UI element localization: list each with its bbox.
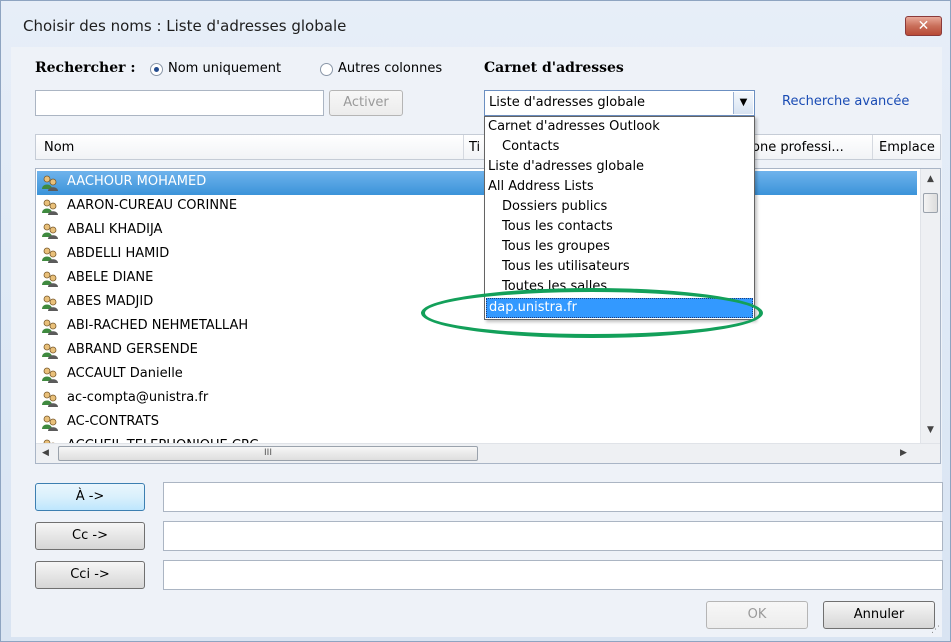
vertical-scrollbar[interactable]: ▲ ▼ bbox=[920, 169, 940, 443]
row-name: ABELE DIANE bbox=[67, 270, 154, 285]
person-contact-icon bbox=[42, 415, 58, 431]
column-phone[interactable]: one professi... bbox=[752, 140, 844, 155]
dropdown-item-highlighted[interactable]: dap.unistra.fr bbox=[486, 298, 753, 318]
person-contact-icon bbox=[42, 391, 58, 407]
address-book-selected: Liste d'adresses globale bbox=[489, 95, 646, 110]
table-row[interactable]: ABRAND GERSENDE bbox=[37, 339, 917, 363]
table-row[interactable]: ABALI KHADIJA bbox=[37, 219, 917, 243]
table-row[interactable]: ABES MADJID bbox=[37, 291, 917, 315]
search-label: Rechercher : bbox=[35, 60, 136, 76]
person-contact-icon bbox=[42, 247, 58, 263]
resize-grip-icon[interactable]: ⋰ bbox=[931, 625, 940, 635]
scroll-left-icon[interactable]: ◀ bbox=[42, 448, 49, 458]
person-contact-icon bbox=[42, 319, 58, 335]
person-contact-icon bbox=[42, 271, 58, 287]
person-contact-icon bbox=[42, 367, 58, 383]
scroll-up-icon[interactable]: ▲ bbox=[927, 174, 934, 184]
dropdown-item[interactable]: Toutes les salles bbox=[486, 278, 753, 298]
row-name: ac-compta@unistra.fr bbox=[67, 390, 209, 405]
row-name: AARON-CUREAU CORINNE bbox=[67, 198, 238, 213]
advanced-search-link[interactable]: Recherche avancée bbox=[782, 94, 909, 109]
row-name: ABI-RACHED NEHMETALLAH bbox=[67, 318, 249, 333]
row-name: AC-CONTRATS bbox=[67, 414, 159, 429]
table-row[interactable]: ABELE DIANE bbox=[37, 267, 917, 291]
person-contact-icon bbox=[42, 175, 58, 191]
column-location[interactable]: Emplace bbox=[879, 140, 935, 155]
search-input[interactable] bbox=[35, 90, 324, 116]
table-row[interactable]: ac-compta@unistra.fr bbox=[37, 387, 917, 411]
bcc-button[interactable]: Cci -> bbox=[35, 561, 145, 589]
address-book-label: Carnet d'adresses bbox=[484, 60, 624, 76]
dropdown-item[interactable]: Liste d'adresses globale bbox=[486, 158, 753, 178]
dropdown-item[interactable]: All Address Lists bbox=[486, 178, 753, 198]
close-button[interactable]: ✕ bbox=[905, 16, 942, 36]
table-row[interactable]: AC-CONTRATS bbox=[37, 411, 917, 435]
horizontal-scrollbar[interactable]: ◀ III ▶ bbox=[36, 443, 940, 463]
scroll-right-icon[interactable]: ▶ bbox=[900, 448, 907, 458]
chevron-down-icon[interactable]: ▼ bbox=[733, 92, 753, 114]
horizontal-scroll-thumb[interactable]: III bbox=[58, 446, 478, 461]
row-name: ACCAULT Danielle bbox=[67, 366, 183, 381]
dropdown-item[interactable]: Tous les utilisateurs bbox=[486, 258, 753, 278]
cancel-button[interactable]: Annuler bbox=[823, 601, 935, 629]
person-contact-icon bbox=[42, 343, 58, 359]
column-title[interactable]: Ti bbox=[469, 140, 480, 155]
dropdown-item[interactable]: Carnet d'adresses Outlook bbox=[486, 118, 753, 138]
ok-button[interactable]: OK bbox=[706, 601, 808, 629]
person-contact-icon bbox=[42, 223, 58, 239]
dropdown-item[interactable]: Contacts bbox=[486, 138, 753, 158]
row-name: ABRAND GERSENDE bbox=[67, 342, 198, 357]
radio-name-only[interactable] bbox=[150, 63, 163, 76]
dialog-title: Choisir des noms : Liste d'adresses glob… bbox=[23, 17, 347, 35]
to-field[interactable] bbox=[163, 482, 943, 512]
radio-other-columns-label[interactable]: Autres colonnes bbox=[338, 61, 442, 76]
row-name: AACHOUR MOHAMED bbox=[67, 174, 207, 189]
to-button[interactable]: À -> bbox=[35, 483, 145, 511]
row-name: ABES MADJID bbox=[67, 294, 154, 309]
dropdown-item[interactable]: Tous les contacts bbox=[486, 218, 753, 238]
table-row[interactable]: ABDELLI HAMID bbox=[37, 243, 917, 267]
cc-button[interactable]: Cc -> bbox=[35, 522, 145, 550]
dropdown-item[interactable]: Tous les groupes bbox=[486, 238, 753, 258]
dropdown-item[interactable]: Dossiers publics bbox=[486, 198, 753, 218]
radio-name-only-label[interactable]: Nom uniquement bbox=[168, 61, 281, 76]
column-separator bbox=[463, 135, 464, 159]
column-name[interactable]: Nom bbox=[44, 140, 74, 155]
scroll-grip: III bbox=[264, 448, 272, 458]
address-book-select[interactable]: Liste d'adresses globale ▼ bbox=[484, 90, 755, 116]
scroll-down-icon[interactable]: ▼ bbox=[927, 425, 934, 435]
title-bar[interactable]: Choisir des noms : Liste d'adresses glob… bbox=[1, 1, 950, 47]
row-name: ABALI KHADIJA bbox=[67, 222, 163, 237]
person-contact-icon bbox=[42, 295, 58, 311]
go-button[interactable]: Activer bbox=[329, 90, 403, 116]
vertical-scroll-thumb[interactable] bbox=[923, 193, 938, 213]
radio-other-columns[interactable] bbox=[320, 63, 333, 76]
choose-names-dialog: Choisir des noms : Liste d'adresses glob… bbox=[0, 0, 951, 642]
address-book-dropdown: Carnet d'adresses Outlook Contacts Liste… bbox=[484, 116, 755, 320]
bcc-field[interactable] bbox=[163, 560, 943, 590]
column-separator bbox=[872, 135, 873, 159]
person-contact-icon bbox=[42, 199, 58, 215]
table-row[interactable]: AACHOUR MOHAMED bbox=[37, 171, 917, 195]
cc-field[interactable] bbox=[163, 521, 943, 551]
table-row[interactable]: AARON-CUREAU CORINNE bbox=[37, 195, 917, 219]
dialog-body: Rechercher : Nom uniquement Autres colon… bbox=[11, 47, 943, 637]
row-name: ABDELLI HAMID bbox=[67, 246, 170, 261]
table-row[interactable]: ACCAULT Danielle bbox=[37, 363, 917, 387]
table-row[interactable]: ABI-RACHED NEHMETALLAH bbox=[37, 315, 917, 339]
close-icon: ✕ bbox=[917, 18, 930, 34]
